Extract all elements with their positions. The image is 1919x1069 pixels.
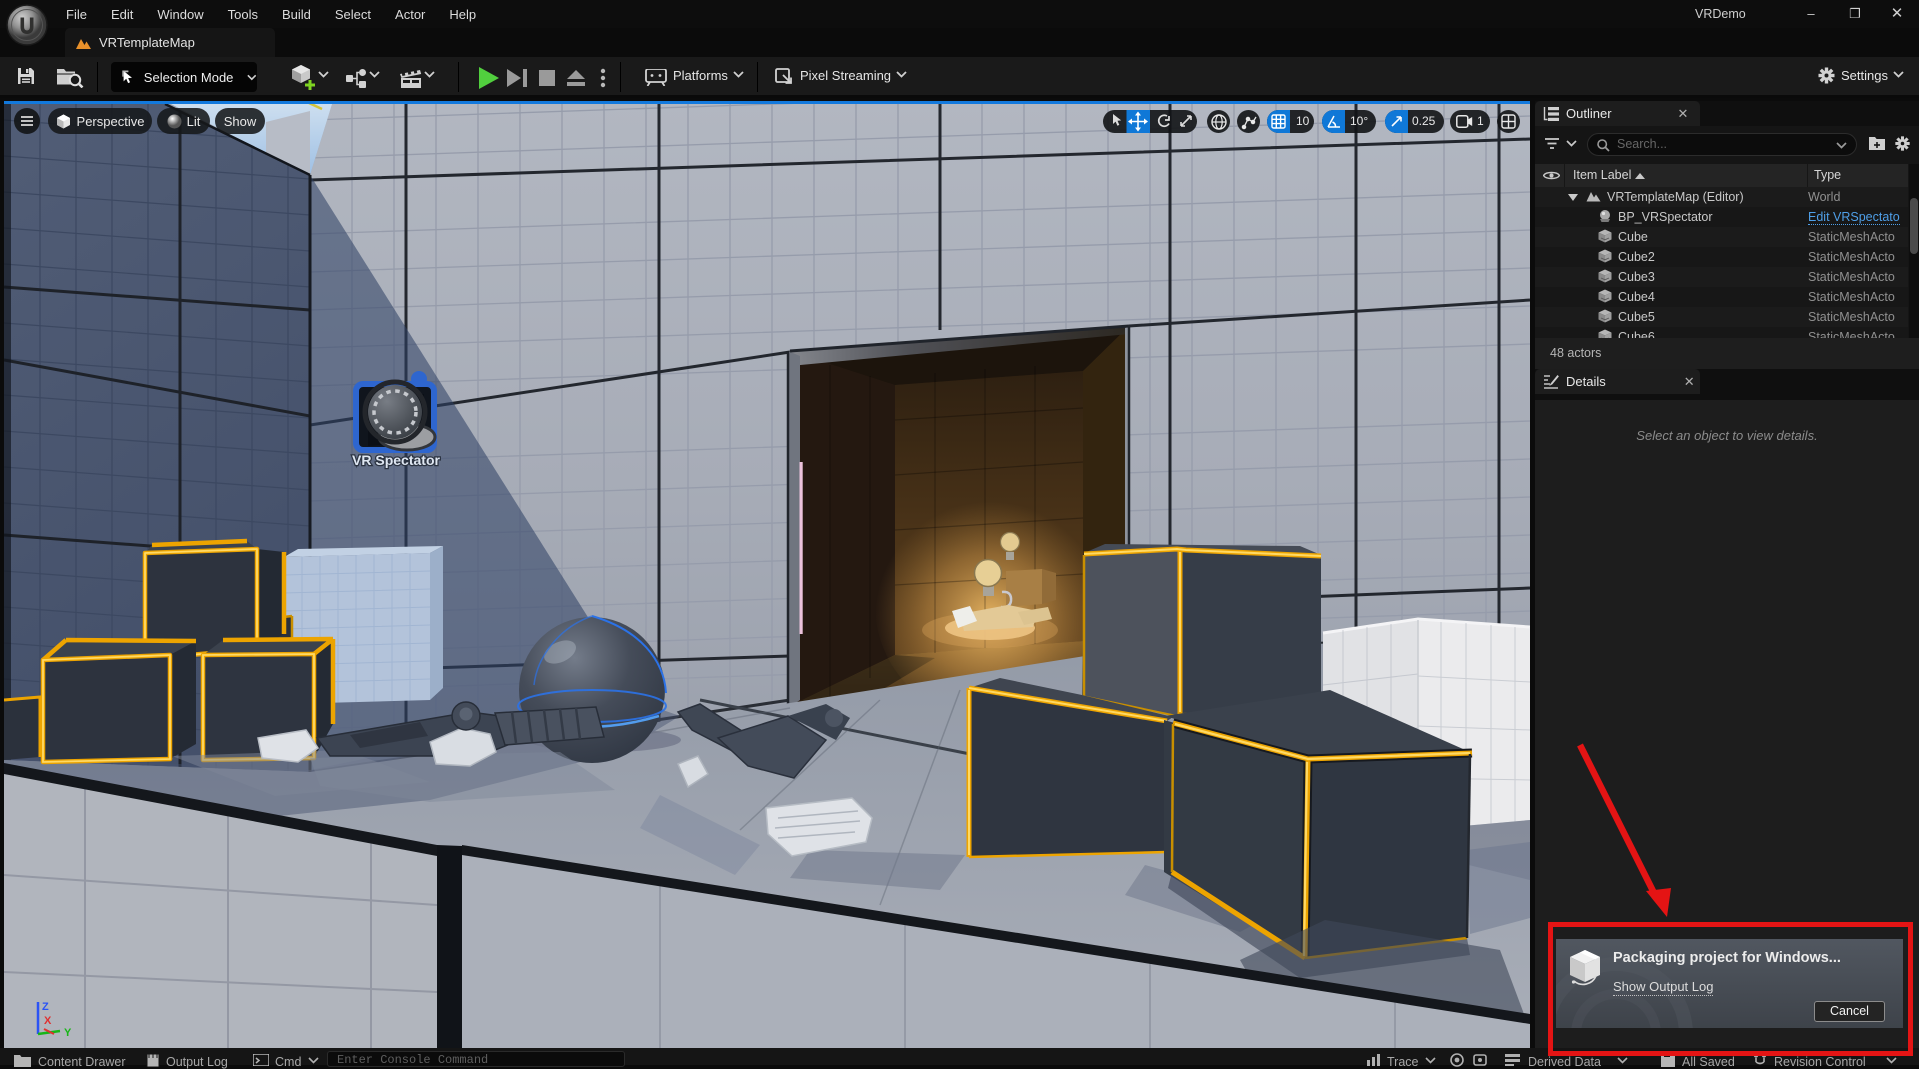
svg-text:Z: Z	[42, 1001, 49, 1013]
svg-text:X: X	[44, 1015, 52, 1027]
svg-text:Y: Y	[64, 1027, 72, 1039]
svg-text:VR Spectator: VR Spectator	[352, 452, 440, 468]
